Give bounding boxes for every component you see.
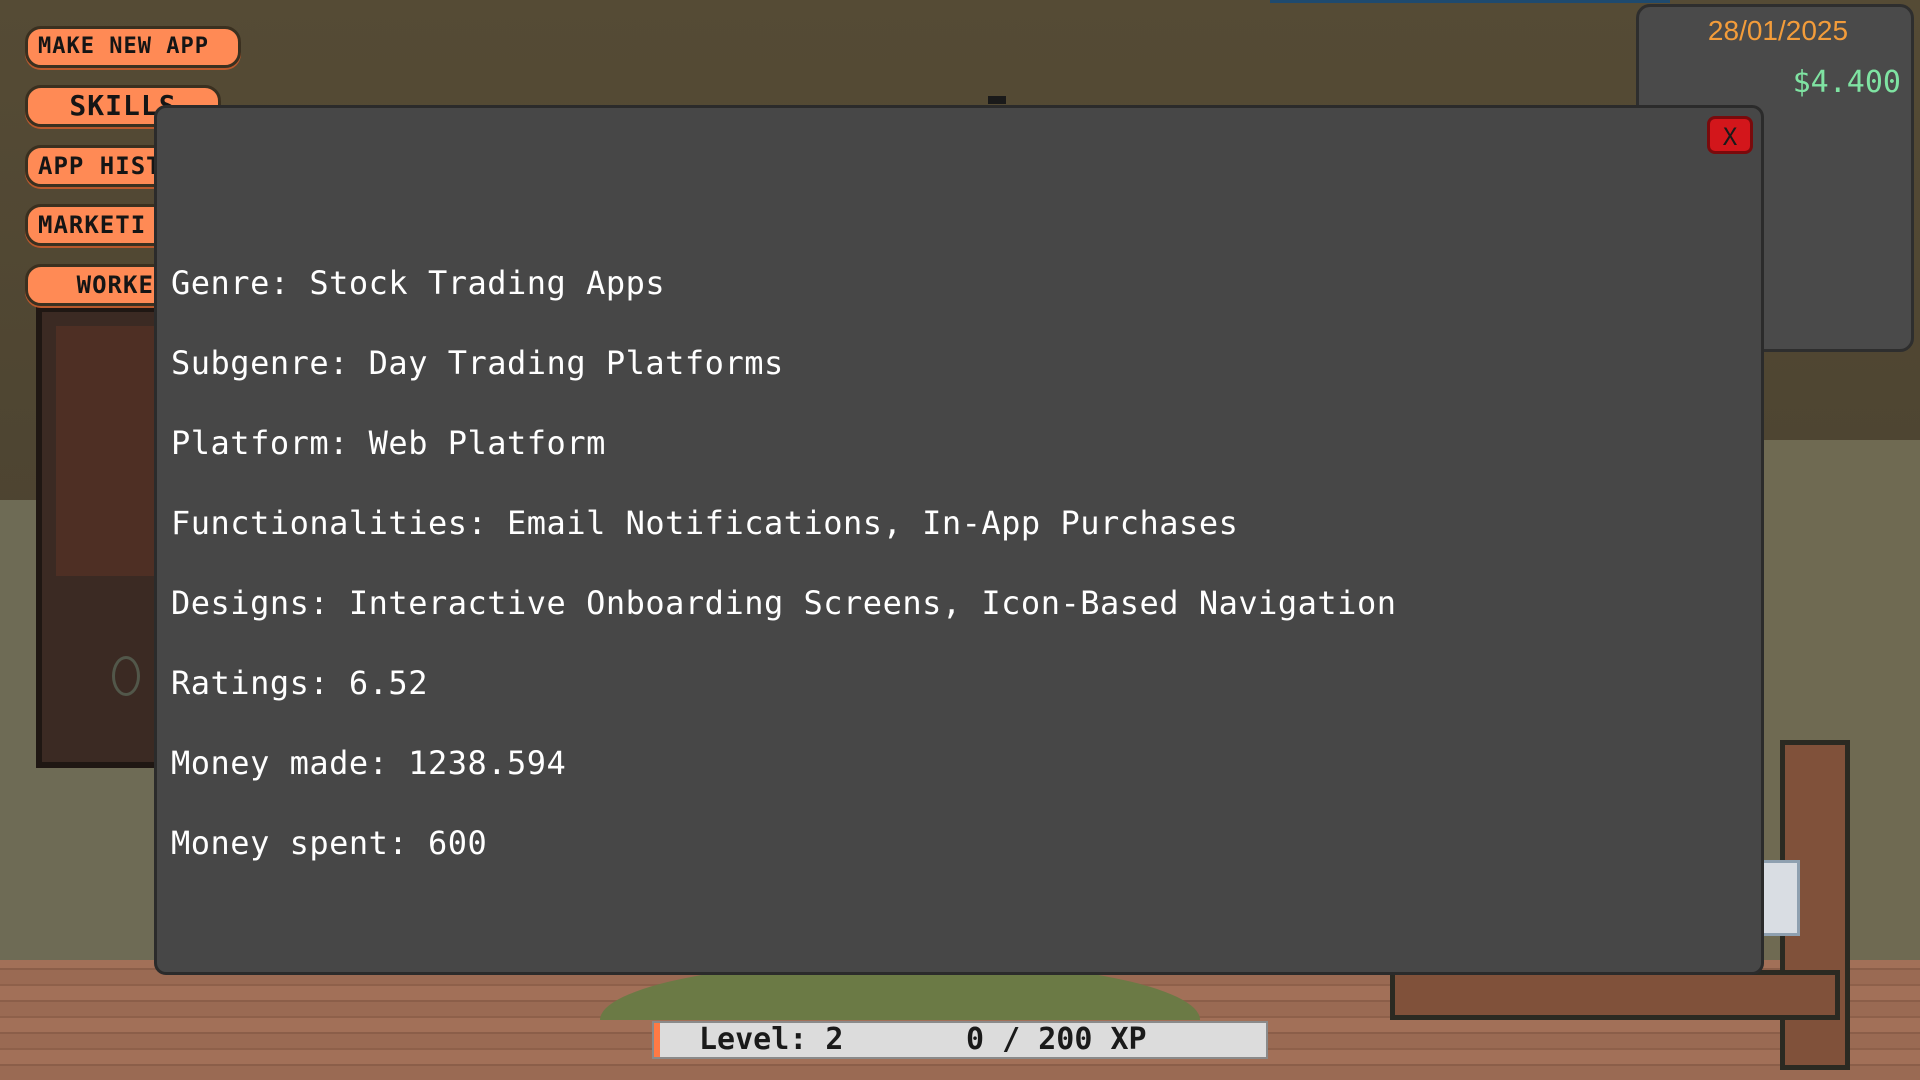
current-date: 28/01/2025 [1707,15,1849,46]
xp-progress-label: 0 / 200 XP [966,1022,1147,1057]
money-balance: $4.400 [1792,65,1901,100]
genre-line: Genre: Stock Trading Apps [171,264,666,302]
subgenre-line: Subgenre: Day Trading Platforms [171,344,784,382]
ceiling-lamp [988,96,1006,104]
ratings-line: Ratings: 6.52 [171,664,428,702]
door-knob [112,656,140,696]
designs-line: Designs: Interactive Onboarding Screens,… [171,584,1397,622]
top-strip [1270,0,1670,3]
bed-frame [1390,970,1840,1020]
functionalities-line: Functionalities: Email Notifications, In… [171,504,1239,542]
close-button[interactable]: X [1707,116,1753,154]
game-scene: MAKE NEW APP SKILLS APP HIST MARKETI WOR… [0,0,1920,1080]
level-label: Level: 2 [699,1022,844,1057]
money-made-line: Money made: 1238.594 [171,744,567,782]
xp-progress-bar: Level: 2 0 / 200 XP [652,1021,1268,1059]
xp-fill [654,1023,661,1057]
make-new-app-button[interactable]: MAKE NEW APP [25,26,241,68]
app-info-list: Genre: Stock Trading Apps Subgenre: Day … [171,243,1731,883]
app-details-modal: X Genre: Stock Trading Apps Subgenre: Da… [154,105,1764,975]
platform-line: Platform: Web Platform [171,424,606,462]
money-spent-line: Money spent: 600 [171,824,488,862]
